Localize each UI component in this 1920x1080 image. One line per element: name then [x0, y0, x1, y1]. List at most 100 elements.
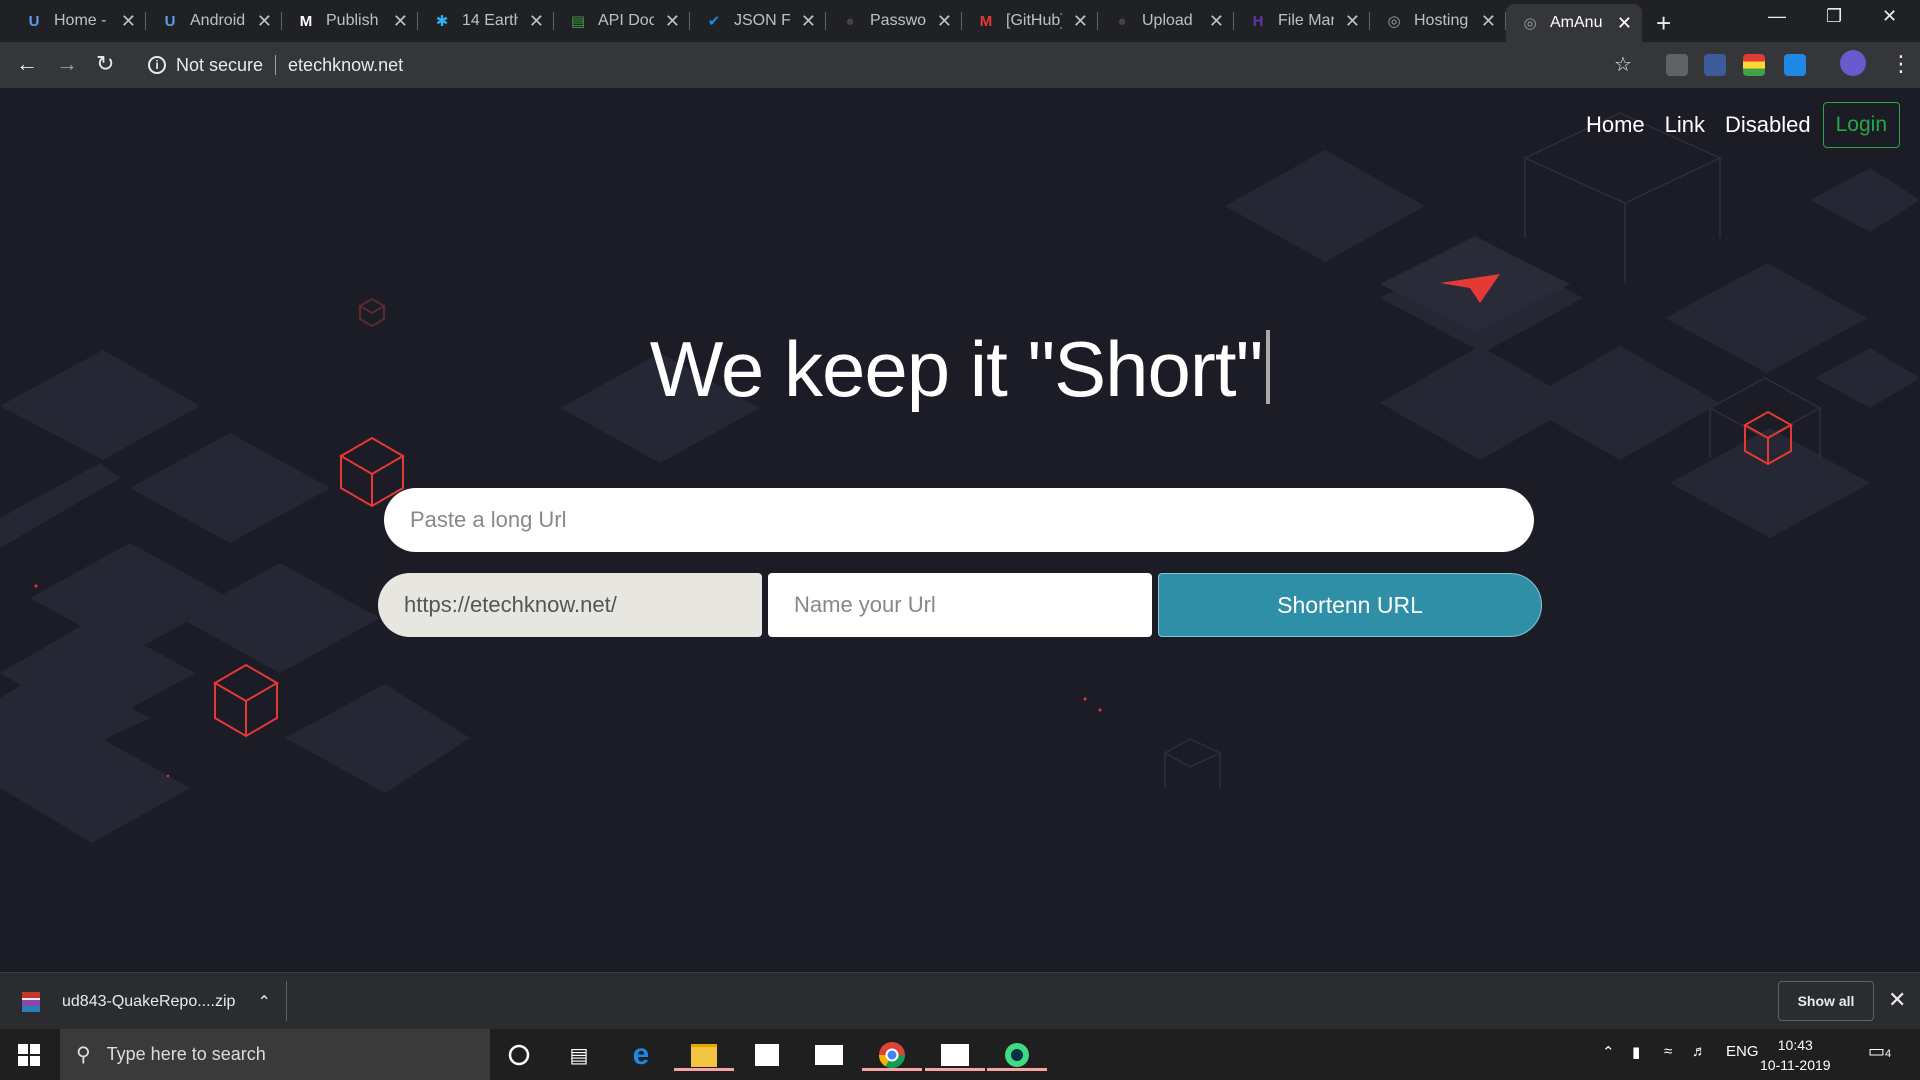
extension-bug-icon[interactable]	[1784, 54, 1806, 76]
filemanager-icon: H	[1252, 12, 1264, 30]
close-window-button[interactable]: ✕	[1882, 6, 1897, 27]
hero-headline-text: We keep it "Short"	[649, 325, 1264, 413]
taskbar-search-box[interactable]: ⚲ Type here to search	[60, 1029, 490, 1080]
nav-link-link[interactable]: Link	[1665, 112, 1705, 138]
tab-close-icon[interactable]: ✕	[1345, 11, 1360, 32]
puzzle-icon: ✱	[435, 13, 449, 30]
browser-tab[interactable]: ✱ 14 Earth ✕	[418, 6, 554, 36]
tab-title: 14 Earth	[462, 12, 518, 29]
profile-avatar[interactable]	[1840, 50, 1866, 76]
back-icon[interactable]: ←	[16, 51, 38, 77]
battery-icon[interactable]: ▮	[1632, 1043, 1640, 1061]
file-explorer-icon[interactable]	[674, 1039, 734, 1071]
download-file-name[interactable]: ud843-QuakeRepo....zip	[62, 993, 235, 1011]
browser-tab[interactable]: U Home - ✕	[10, 6, 146, 36]
tab-close-icon[interactable]: ✕	[1617, 13, 1632, 34]
tab-title: Hosting	[1414, 12, 1469, 29]
address-bar[interactable]: i Not secure etechknow.net	[136, 48, 1630, 82]
download-item[interactable]: ud843-QuakeRepo....zip ⌃	[22, 973, 271, 1030]
reload-icon[interactable]: ↻	[96, 51, 114, 77]
cortana-icon[interactable]	[503, 1039, 535, 1071]
photos-icon[interactable]	[925, 1039, 985, 1071]
tab-close-icon[interactable]: ✕	[393, 11, 408, 32]
custom-name-input[interactable]	[768, 573, 1152, 637]
minimize-button[interactable]: —	[1768, 6, 1786, 27]
url-text[interactable]: etechknow.net	[288, 55, 403, 76]
globe-icon: ◎	[1387, 13, 1401, 30]
chevron-up-icon[interactable]: ⌃	[257, 992, 270, 1012]
tab-close-icon[interactable]: ✕	[257, 11, 272, 32]
windows-start-icon[interactable]	[18, 1044, 40, 1066]
tab-close-icon[interactable]: ✕	[1209, 11, 1224, 32]
bookmark-star-icon[interactable]: ☆	[1614, 52, 1632, 77]
nav-home-link[interactable]: Home	[1586, 112, 1645, 138]
mail-icon[interactable]	[813, 1039, 845, 1071]
shorten-url-button[interactable]: Shortenn URL	[1158, 573, 1542, 637]
new-tab-button[interactable]: +	[1656, 8, 1671, 39]
volume-icon[interactable]: ♬	[1692, 1043, 1707, 1060]
close-icon[interactable]: ✕	[1888, 987, 1906, 1013]
edge-browser-icon[interactable]: e	[625, 1038, 657, 1071]
browser-tab-strip: U Home - ✕ U Android ✕ M Publish ✕ ✱ 14 Earth ✕ ▤ API…	[0, 0, 1920, 42]
system-clock[interactable]: 10:43 10-11-2019	[1760, 1035, 1831, 1075]
android-studio-icon[interactable]	[987, 1039, 1047, 1071]
tab-title: AmAnu	[1550, 14, 1603, 31]
tab-title: Home -	[54, 12, 107, 29]
download-bar: ud843-QuakeRepo....zip ⌃ Show all ✕	[0, 972, 1920, 1030]
extension-translate-icon[interactable]	[1704, 54, 1726, 76]
github-icon: ●	[1117, 12, 1127, 30]
nav-disabled-link: Disabled	[1725, 112, 1811, 137]
restore-button[interactable]: ❐	[1826, 6, 1842, 27]
tab-title: File Man	[1278, 12, 1334, 29]
browser-tab[interactable]: ✔ JSON Fo ✕	[690, 6, 826, 36]
tab-close-icon[interactable]: ✕	[937, 11, 952, 32]
browser-tab[interactable]: ● Upload ✕	[1098, 6, 1234, 36]
browser-tab[interactable]: M [GitHub] ✕	[962, 6, 1098, 36]
typing-caret	[1266, 330, 1271, 404]
browser-tab[interactable]: ◎ AmAnu ✕	[1506, 4, 1642, 42]
tab-close-icon[interactable]: ✕	[1073, 11, 1088, 32]
task-view-icon[interactable]: ▤	[563, 1039, 595, 1071]
tab-title: Android	[190, 12, 246, 29]
url-prefix-field: https://etechknow.net/	[378, 573, 762, 637]
browser-tab[interactable]: H File Man ✕	[1234, 6, 1370, 36]
tab-close-icon[interactable]: ✕	[529, 11, 544, 32]
extension-colors-icon[interactable]	[1743, 54, 1765, 76]
tab-close-icon[interactable]: ✕	[665, 11, 680, 32]
clock-date: 10-11-2019	[1760, 1057, 1831, 1073]
windows-taskbar: ⚲ Type here to search ▤ e ⌃ ▮ ≈ ♬ ENG 10…	[0, 1029, 1920, 1080]
browser-tab[interactable]: ● Passwor ✕	[826, 6, 962, 36]
chrome-icon[interactable]	[862, 1039, 922, 1071]
menu-kebab-icon[interactable]: ⋮	[1890, 51, 1912, 77]
browser-tab[interactable]: ▤ API Doc ✕	[554, 6, 690, 36]
forward-icon[interactable]: →	[56, 51, 78, 77]
tab-close-icon[interactable]: ✕	[1481, 11, 1496, 32]
zip-archive-icon	[22, 991, 40, 1012]
browser-tab[interactable]: ◎ Hosting ✕	[1370, 6, 1506, 36]
tab-close-icon[interactable]: ✕	[801, 11, 816, 32]
github-icon: ●	[845, 12, 855, 30]
show-all-button[interactable]: Show all	[1778, 981, 1874, 1021]
language-indicator[interactable]: ENG	[1726, 1043, 1759, 1060]
browser-tab[interactable]: M Publish ✕	[282, 6, 418, 36]
udemy-icon: U	[164, 12, 176, 30]
medium-icon: M	[299, 12, 313, 30]
tab-title: API Doc	[598, 12, 654, 29]
download-divider	[286, 981, 287, 1021]
tab-title: Passwor	[870, 12, 926, 29]
tab-title: Publish	[326, 12, 379, 29]
security-label: Not secure	[176, 54, 264, 75]
action-center-icon[interactable]: ▭4	[1868, 1041, 1891, 1062]
login-button[interactable]: Login	[1822, 102, 1900, 148]
store-icon[interactable]	[751, 1039, 783, 1071]
wifi-icon[interactable]: ≈	[1664, 1043, 1672, 1060]
tray-chevron-up-icon[interactable]: ⌃	[1602, 1043, 1615, 1061]
browser-tab[interactable]: U Android ✕	[146, 6, 282, 36]
info-icon[interactable]: i	[148, 56, 166, 74]
site-navbar: Home Link Disabled Login	[1566, 102, 1900, 148]
hero-headline: We keep it "Short"	[0, 324, 1920, 415]
browser-toolbar: ← → ↻ i Not secure etechknow.net ☆ ⋮	[0, 42, 1920, 88]
long-url-input[interactable]	[384, 488, 1534, 552]
tab-close-icon[interactable]: ✕	[121, 11, 136, 32]
extension-bulb-icon[interactable]	[1666, 54, 1688, 76]
